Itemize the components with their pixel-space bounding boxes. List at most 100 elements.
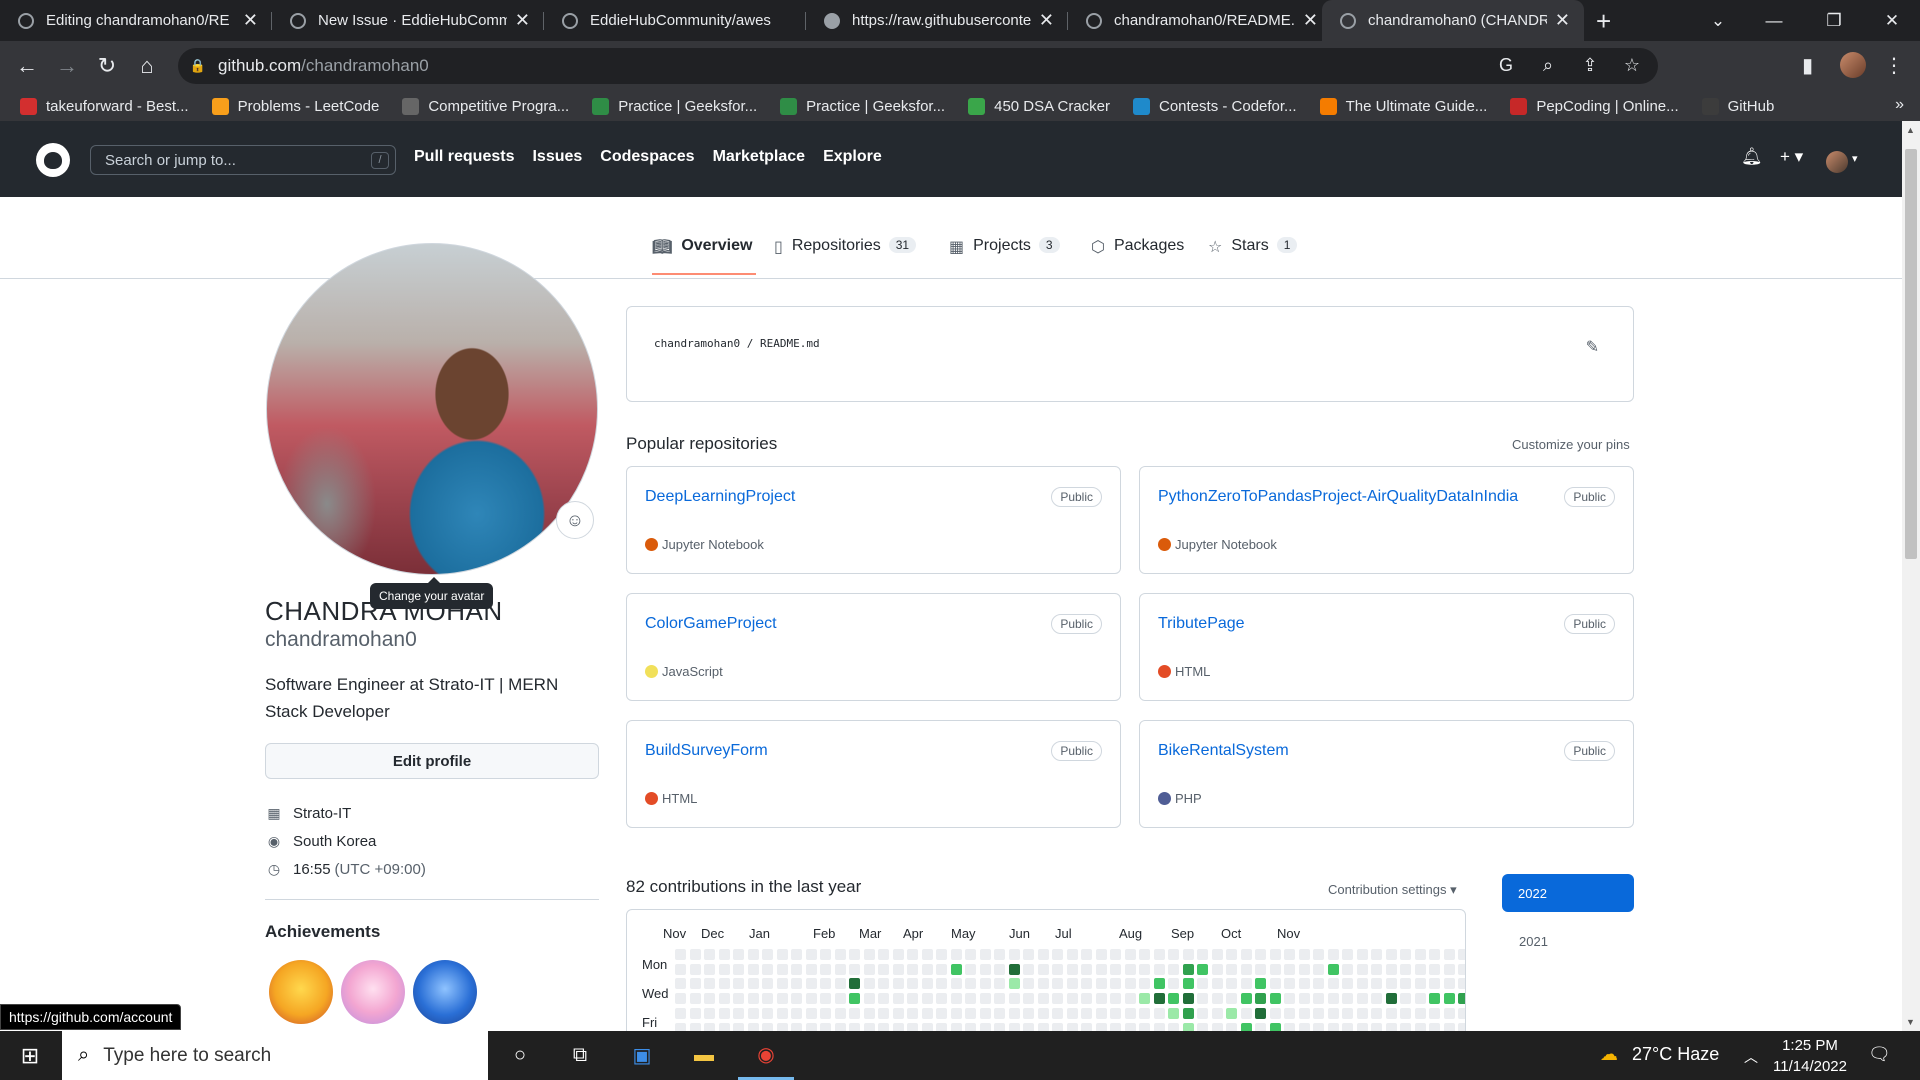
contribution-cell[interactable] [1458, 963, 1465, 975]
contribution-cell[interactable] [1400, 963, 1411, 975]
tab-packages[interactable]: ⬡ Packages [1091, 237, 1184, 275]
contribution-cell[interactable] [1211, 949, 1223, 960]
contribution-cell[interactable] [1269, 1007, 1281, 1019]
contribution-cell[interactable] [1429, 963, 1440, 975]
contribution-cell[interactable] [718, 978, 730, 990]
contribution-cell[interactable] [1226, 993, 1237, 1005]
repo-name-link[interactable]: PythonZeroToPandasProject-AirQualityData… [1158, 488, 1518, 506]
contribution-cell[interactable] [733, 993, 744, 1005]
contribution-cell[interactable] [1385, 1007, 1397, 1019]
contribution-cell[interactable] [1284, 963, 1295, 975]
contribution-cell[interactable] [747, 993, 759, 1005]
scroll-up-icon[interactable]: ▲ [1906, 125, 1915, 135]
smiley-icon[interactable]: ☺ [556, 501, 594, 539]
contribution-cell[interactable] [936, 949, 947, 960]
chrome-icon[interactable]: ◉ [738, 1031, 794, 1080]
notifications-icon[interactable]: 🗨︎ [1868, 1044, 1891, 1065]
browser-tab[interactable]: EddieHubCommunity/awes [544, 0, 806, 41]
contribution-cell[interactable] [1153, 993, 1165, 1005]
contribution-cell[interactable] [1182, 993, 1194, 1005]
contribution-cell[interactable] [936, 1007, 947, 1019]
contribution-cell[interactable] [820, 949, 831, 960]
contribution-cell[interactable] [1211, 978, 1223, 990]
contribution-cell[interactable] [965, 1007, 976, 1019]
browser-tab[interactable]: New Issue · EddieHubComm ✕ [272, 0, 544, 41]
contribution-cell[interactable] [863, 963, 875, 975]
contribution-cell[interactable] [1240, 949, 1252, 960]
contribution-cell[interactable] [979, 949, 991, 960]
browser-tab[interactable]: Editing chandramohan0/RE ✕ [0, 0, 272, 41]
contribution-cell[interactable] [675, 963, 686, 975]
contribution-cell[interactable] [776, 949, 788, 960]
contribution-cell[interactable] [1313, 963, 1324, 975]
contribution-cell[interactable] [936, 978, 947, 990]
contribution-cell[interactable] [1197, 978, 1208, 990]
contribution-cell[interactable] [921, 978, 933, 990]
contribution-cell[interactable] [950, 963, 962, 975]
contribution-cell[interactable] [1443, 993, 1455, 1005]
contribution-cell[interactable] [994, 963, 1005, 975]
contribution-cell[interactable] [834, 949, 846, 960]
tab-stars[interactable]: ☆ Stars 1 [1208, 237, 1298, 275]
contribution-cell[interactable] [878, 993, 889, 1005]
lock-icon[interactable]: 🔒 [178, 58, 218, 74]
contribution-cell[interactable] [994, 978, 1005, 990]
contribution-cell[interactable] [1269, 949, 1281, 960]
repo-name-link[interactable]: DeepLearningProject [645, 488, 795, 506]
contribution-cell[interactable] [1023, 949, 1034, 960]
contribution-cell[interactable] [1298, 993, 1310, 1005]
contribution-cell[interactable] [1298, 963, 1310, 975]
contribution-cell[interactable] [1284, 978, 1295, 990]
contribution-cell[interactable] [1153, 949, 1165, 960]
contribution-cell[interactable] [1037, 949, 1049, 960]
browser-profile-avatar[interactable] [1840, 52, 1866, 78]
contribution-cell[interactable] [820, 1007, 831, 1019]
contribution-cell[interactable] [776, 1007, 788, 1019]
contribution-cell[interactable] [1211, 963, 1223, 975]
contribution-cell[interactable] [994, 993, 1005, 1005]
contribution-cell[interactable] [1023, 993, 1034, 1005]
contribution-cell[interactable] [1023, 963, 1034, 975]
repo-name-link[interactable]: BuildSurveyForm [645, 742, 768, 760]
contribution-cell[interactable] [718, 1007, 730, 1019]
contribution-cell[interactable] [1008, 978, 1020, 990]
contribution-cell[interactable] [1139, 993, 1150, 1005]
contribution-cell[interactable] [892, 949, 904, 960]
contribution-cell[interactable] [1400, 993, 1411, 1005]
close-icon[interactable]: ✕ [1303, 10, 1318, 31]
contribution-cell[interactable] [1066, 993, 1078, 1005]
contribution-cell[interactable] [747, 949, 759, 960]
contribution-cell[interactable] [1414, 963, 1426, 975]
contribution-cell[interactable] [979, 963, 991, 975]
contribution-cell[interactable] [1095, 949, 1107, 960]
contribution-cell[interactable] [921, 949, 933, 960]
contribution-cell[interactable] [805, 963, 817, 975]
contribution-cell[interactable] [704, 963, 715, 975]
contribution-cell[interactable] [863, 949, 875, 960]
contribution-cell[interactable] [1356, 993, 1368, 1005]
contribution-cell[interactable] [1066, 963, 1078, 975]
contribution-cell[interactable] [675, 949, 686, 960]
browser-tab[interactable]: https://raw.githubuserconte ✕ [806, 0, 1068, 41]
contribution-cell[interactable] [1400, 949, 1411, 960]
scroll-down-icon[interactable]: ▼ [1906, 1017, 1915, 1027]
contribution-cell[interactable] [1008, 1007, 1020, 1019]
contribution-cell[interactable] [1342, 963, 1353, 975]
contribution-cell[interactable] [994, 1007, 1005, 1019]
contribution-cell[interactable] [1023, 978, 1034, 990]
contribution-cell[interactable] [733, 963, 744, 975]
browser-tab[interactable]: chandramohan0/README.r ✕ [1068, 0, 1332, 41]
browser-tab-active[interactable]: chandramohan0 (CHANDR ✕ [1322, 0, 1584, 41]
reload-button[interactable]: ↻ [92, 51, 122, 81]
repo-name-link[interactable]: TributePage [1158, 615, 1245, 633]
contribution-cell[interactable] [1255, 949, 1266, 960]
contribution-cell[interactable] [1139, 978, 1150, 990]
contribution-cell[interactable] [704, 949, 715, 960]
close-window-button[interactable]: ✕ [1864, 0, 1920, 41]
contribution-cell[interactable] [1240, 963, 1252, 975]
contribution-cell[interactable] [1037, 978, 1049, 990]
contribution-cell[interactable] [849, 949, 860, 960]
bookmark-item[interactable]: Contests - Codefor... [1133, 97, 1297, 115]
contribution-cell[interactable] [979, 1007, 991, 1019]
contribution-cell[interactable] [675, 1007, 686, 1019]
